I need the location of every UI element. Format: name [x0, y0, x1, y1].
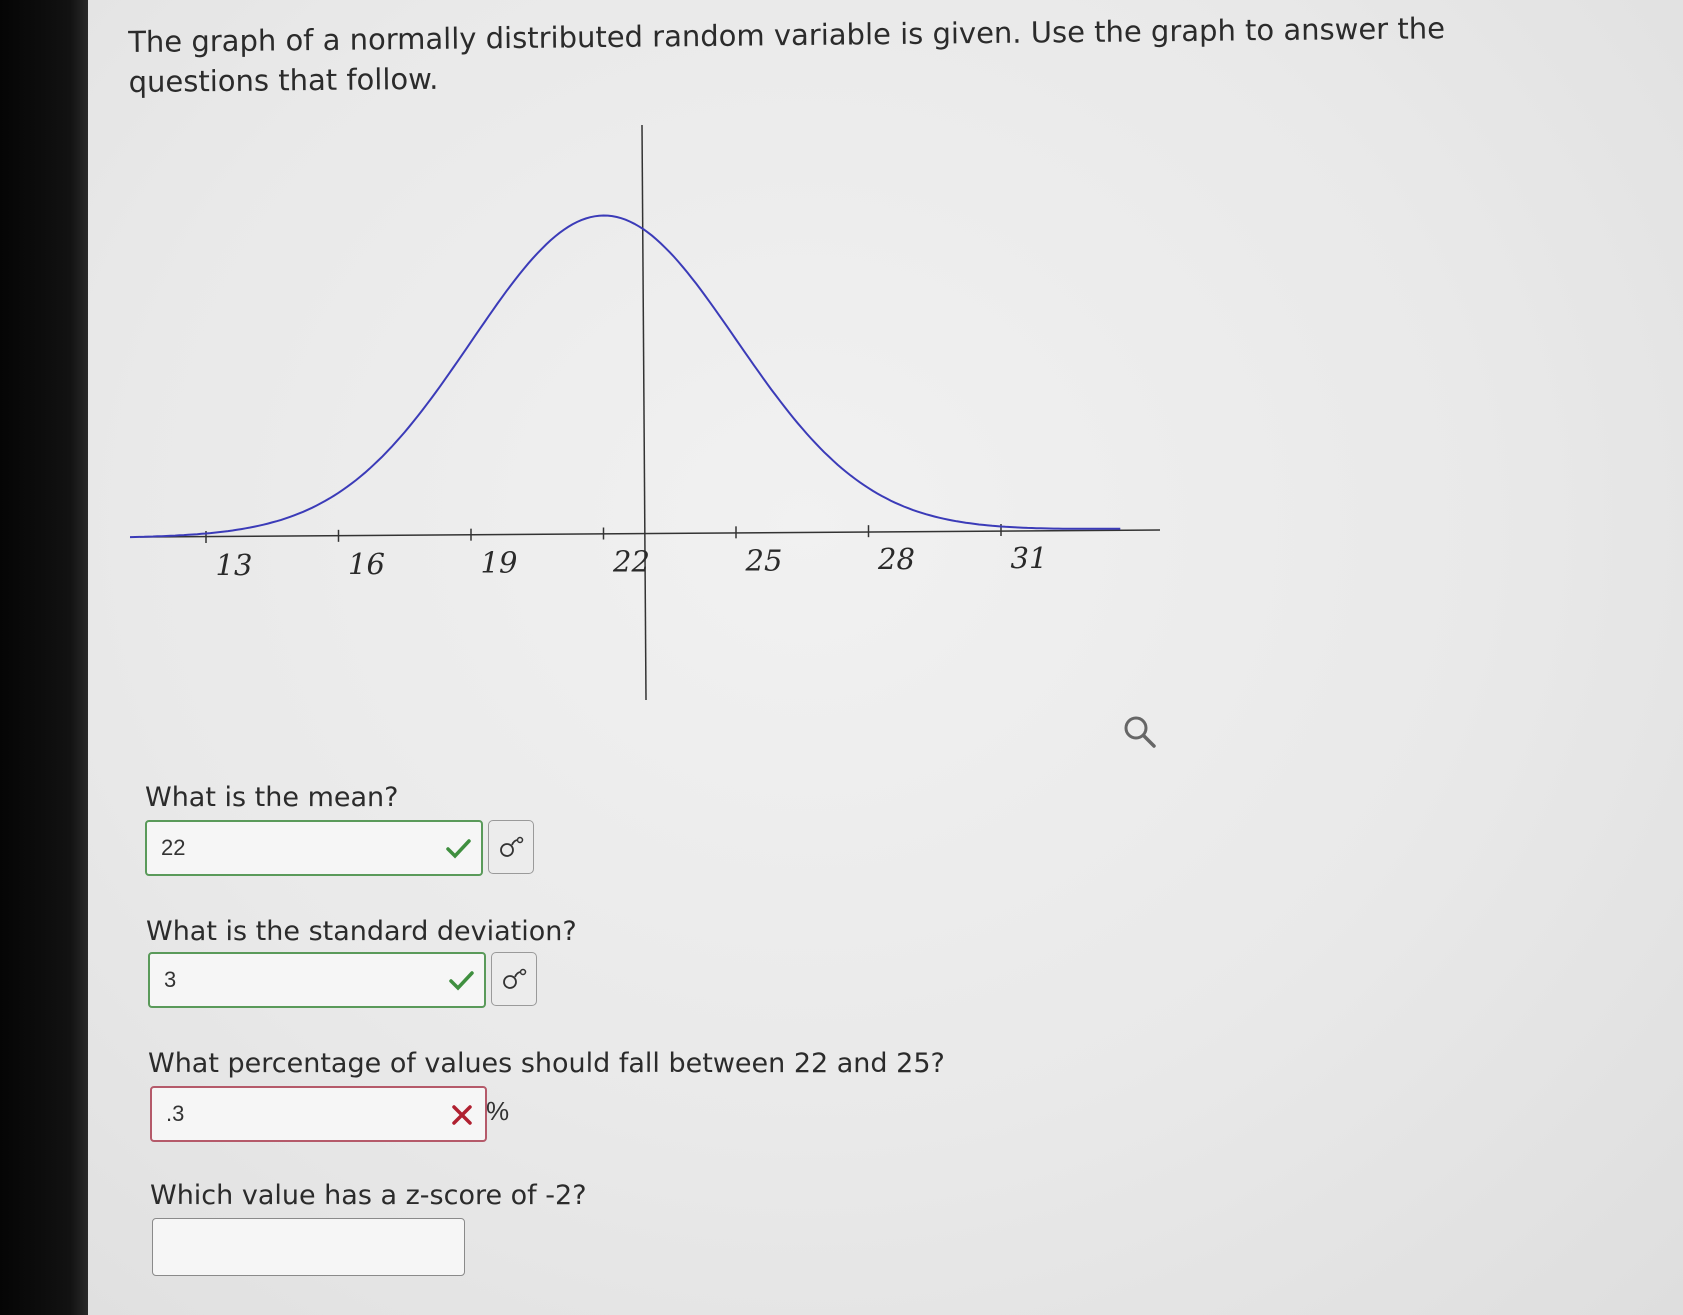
question-percentage: What percentage of values should fall be…	[148, 1048, 945, 1079]
x-tick-label: 22	[612, 545, 650, 579]
percent-unit: %	[486, 1096, 510, 1126]
z-score-answer-field[interactable]	[152, 1218, 465, 1276]
x-tick-label: 13	[216, 548, 253, 582]
formula-help-button[interactable]	[491, 952, 537, 1006]
check-icon	[449, 971, 474, 991]
x-mark-icon	[452, 1105, 472, 1125]
normal-curve	[130, 214, 1121, 539]
x-tick-label: 28	[877, 542, 915, 576]
check-icon	[446, 839, 471, 859]
standard-deviation-answer-value: 3	[164, 967, 177, 992]
percentage-answer-value: .3	[166, 1101, 185, 1126]
formula-icon	[500, 836, 524, 857]
standard-deviation-answer-field[interactable]: 3	[148, 952, 486, 1008]
x-tick-label: 31	[1011, 541, 1048, 575]
problem-intro: The graph of a normally distributed rand…	[128, 11, 1446, 99]
formula-help-button[interactable]	[488, 820, 534, 874]
mean-answer-value: 22	[161, 835, 186, 860]
x-tick-label: 19	[481, 546, 518, 580]
monitor-bezel	[0, 0, 88, 1315]
x-tick-label: 16	[348, 547, 385, 581]
question-mean: What is the mean?	[145, 782, 399, 813]
x-tick-label: 25	[745, 543, 783, 577]
magnifier-icon[interactable]	[1120, 712, 1160, 752]
normal-distribution-graph: 13 16 19 22 25 28 31	[130, 124, 1161, 701]
percentage-answer-field[interactable]: .3	[150, 1086, 487, 1142]
formula-icon	[503, 968, 527, 989]
x-axis	[139, 529, 1161, 538]
question-standard-deviation: What is the standard deviation?	[146, 916, 577, 947]
question-z-score: Which value has a z-score of -2?	[150, 1180, 587, 1211]
y-axis	[641, 124, 647, 701]
mean-answer-field[interactable]: 22	[145, 820, 483, 876]
x-axis-ticks: 13 16 19 22 25 28 31	[205, 524, 1048, 582]
